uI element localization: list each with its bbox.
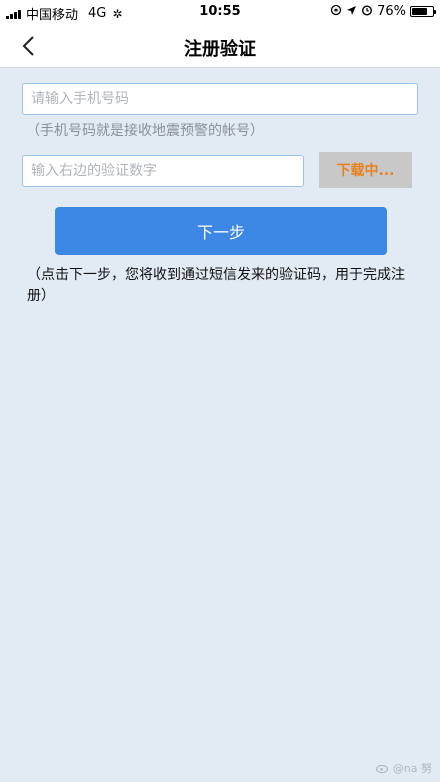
battery-percent: 76% bbox=[377, 4, 406, 19]
watermark: @na 努 bbox=[375, 760, 432, 776]
phone-input[interactable] bbox=[22, 83, 418, 115]
battery-icon bbox=[410, 6, 436, 17]
sms-notice: （点击下一步，您将收到通过短信发来的验证码，用于完成注册） bbox=[27, 267, 405, 304]
weibo-icon bbox=[375, 764, 388, 773]
status-bar: 中国移动 4G ✲ 10:55 76% bbox=[0, 0, 440, 24]
registration-form: （手机号码就是接收地震预警的帐号） 下载中... 下一步 （点击下一步，您将收到… bbox=[0, 68, 440, 782]
status-right: 76% bbox=[326, 4, 436, 19]
nav-bar: 注册验证 bbox=[0, 24, 440, 68]
location-icon bbox=[346, 5, 357, 19]
next-step-button[interactable]: 下一步 bbox=[55, 207, 387, 255]
captcha-image-button[interactable]: 下载中... bbox=[319, 152, 412, 188]
page-title: 注册验证 bbox=[184, 39, 256, 60]
battery-fill bbox=[412, 8, 428, 15]
alarm-icon bbox=[361, 4, 373, 19]
phone-hint: （手机号码就是接收地震预警的帐号） bbox=[26, 123, 264, 139]
verification-code-input[interactable] bbox=[22, 155, 304, 187]
watermark-text: @na 努 bbox=[392, 762, 432, 775]
orientation-lock-icon bbox=[330, 4, 342, 19]
